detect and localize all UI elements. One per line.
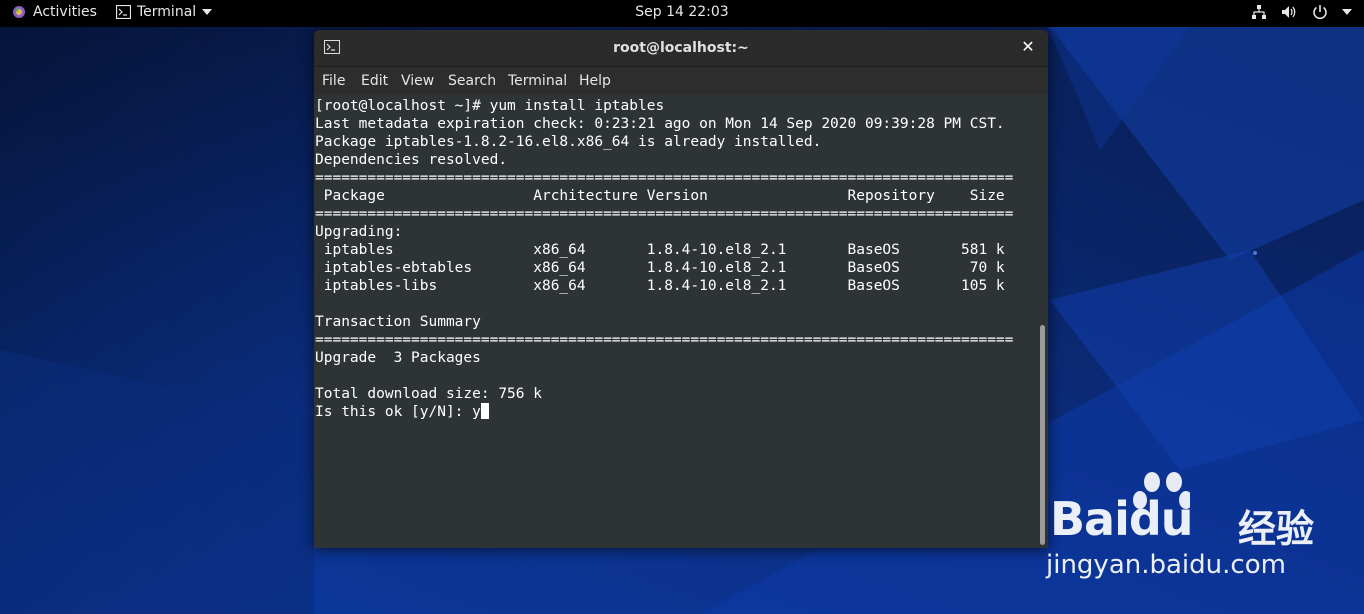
activities-label: Activities: [33, 4, 97, 20]
terminal-line: iptables-ebtables x86_64 1.8.4-10.el8_2.…: [315, 260, 1005, 276]
watermark-url: jingyan.baidu.com: [1046, 550, 1286, 580]
terminal-app-icon: [116, 5, 131, 19]
clock[interactable]: Sep 14 22:03: [635, 4, 728, 20]
terminal-line: Total download size: 756 k: [315, 386, 542, 402]
menu-bar: File Edit View Search Terminal Help: [314, 67, 1048, 95]
menu-terminal[interactable]: Terminal: [508, 73, 567, 89]
app-menu-terminal[interactable]: Terminal: [116, 4, 213, 20]
activities-button[interactable]: Activities: [12, 4, 97, 20]
top-bar: Activities Terminal Sep 14 22:03: [0, 0, 1364, 27]
baidu-watermark: Baidu 经验 jingyan.baidu.com: [1040, 468, 1360, 588]
activities-logo-icon: [13, 6, 25, 18]
terminal-output: [root@localhost ~]# yum install iptables…: [315, 97, 1013, 421]
chevron-down-icon[interactable]: [1342, 9, 1352, 15]
terminal-line: iptables-libs x86_64 1.8.4-10.el8_2.1 Ba…: [315, 278, 1005, 294]
network-icon[interactable]: [1251, 4, 1267, 20]
terminal-window[interactable]: root@localhost:~ ✕ File Edit View Search…: [314, 30, 1048, 548]
window-titlebar[interactable]: root@localhost:~ ✕: [314, 30, 1048, 67]
terminal-line: ========================================…: [315, 206, 1014, 222]
terminal-prompt-line: Is this ok [y/N]: y: [315, 404, 481, 420]
terminal-screen[interactable]: [root@localhost ~]# yum install iptables…: [314, 95, 1036, 548]
terminal-line: iptables x86_64 1.8.4-10.el8_2.1 BaseOS …: [315, 242, 1005, 258]
terminal-line: Last metadata expiration check: 0:23:21 …: [315, 116, 1005, 132]
terminal-line: Transaction Summary: [315, 314, 481, 330]
terminal-line: ========================================…: [315, 332, 1014, 348]
volume-icon[interactable]: [1281, 4, 1298, 20]
app-menu-label: Terminal: [137, 4, 197, 20]
terminal-line: Dependencies resolved.: [315, 152, 508, 168]
menu-view[interactable]: View: [401, 73, 434, 89]
power-icon[interactable]: [1312, 4, 1328, 20]
chevron-down-icon: [202, 9, 213, 15]
terminal-line: ========================================…: [315, 170, 1014, 186]
terminal-line: Upgrading:: [315, 224, 403, 240]
menu-search[interactable]: Search: [448, 73, 496, 89]
watermark-logo-cn: 经验: [1238, 507, 1315, 551]
close-icon[interactable]: ✕: [1018, 37, 1038, 57]
menu-help[interactable]: Help: [579, 73, 611, 89]
terminal-line: Package iptables-1.8.2-16.el8.x86_64 is …: [315, 134, 822, 150]
menu-file[interactable]: File: [322, 73, 345, 89]
terminal-line: Upgrade 3 Packages: [315, 350, 481, 366]
terminal-line: Package Architecture Version Repository …: [315, 188, 1005, 204]
menu-edit[interactable]: Edit: [361, 73, 388, 89]
terminal-line: [root@localhost ~]# yum install iptables: [315, 98, 665, 114]
terminal-cursor: [480, 403, 489, 419]
watermark-logo-text: Baidu: [1050, 492, 1194, 546]
window-title: root@localhost:~: [613, 40, 749, 56]
system-tray[interactable]: [1251, 4, 1352, 20]
